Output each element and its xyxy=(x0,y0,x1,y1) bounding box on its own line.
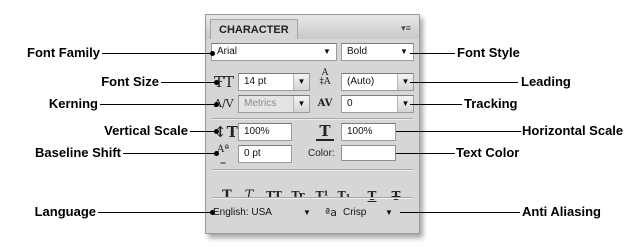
leader-line xyxy=(102,53,212,54)
leader-dot xyxy=(214,129,219,134)
callout-font-style: Font Style xyxy=(457,45,520,60)
leader-line xyxy=(396,153,455,154)
panel-titlebar: CHARACTER ▾≡ xyxy=(206,15,419,39)
small-caps-button[interactable]: Tr xyxy=(288,187,308,205)
leader-dot xyxy=(214,151,219,156)
leading-field[interactable]: (Auto) ▼ xyxy=(341,73,414,91)
kerning-value: Metrics xyxy=(244,98,277,109)
tracking-field[interactable]: 0 ▼ xyxy=(341,95,414,113)
font-size-field[interactable]: 14 pt ▼ xyxy=(238,73,310,91)
leading-value: (Auto) xyxy=(347,76,375,87)
callout-language: Language xyxy=(34,204,96,219)
chevron-down-icon: ▼ xyxy=(303,208,311,217)
font-size-value: 14 pt xyxy=(244,76,267,87)
baseline-shift-value: 0 pt xyxy=(244,148,261,159)
callout-font-size: Font Size xyxy=(101,74,159,89)
leader-dot xyxy=(214,80,219,85)
font-family-value: Arial xyxy=(217,46,238,57)
panel-menu-icon[interactable]: ▾≡ xyxy=(399,23,413,33)
vertical-scale-value: 100% xyxy=(244,126,270,137)
language-value: English: USA xyxy=(213,207,272,218)
callout-kerning: Kerning xyxy=(48,96,98,111)
chevron-down-icon: ▼ xyxy=(323,47,331,56)
tab-character[interactable]: CHARACTER xyxy=(210,19,298,39)
faux-bold-button[interactable]: T xyxy=(217,187,237,205)
font-style-dropdown[interactable]: Bold ▼ xyxy=(341,43,414,61)
leader-line xyxy=(100,104,216,105)
text-color-swatch[interactable] xyxy=(341,145,396,161)
language-dropdown[interactable]: English: USA ▼ xyxy=(208,205,316,223)
leader-line xyxy=(410,53,455,54)
leader-line xyxy=(161,82,216,83)
vertical-scale-field[interactable]: 100% xyxy=(238,123,292,141)
chevron-down-icon[interactable]: ▼ xyxy=(293,96,309,112)
strikethrough-button[interactable]: T xyxy=(386,187,406,205)
horizontal-scale-icon: T xyxy=(316,123,334,141)
kerning-field[interactable]: Metrics ▼ xyxy=(238,95,310,113)
separator xyxy=(212,197,413,199)
callout-anti-aliasing: Anti Aliasing xyxy=(522,204,601,219)
callout-baseline-shift: Baseline Shift xyxy=(35,145,121,160)
callout-tracking: Tracking xyxy=(464,96,518,111)
underline-button[interactable]: T xyxy=(362,187,382,205)
leader-line xyxy=(410,104,462,105)
horizontal-scale-field[interactable]: 100% xyxy=(341,123,396,141)
tracking-value: 0 xyxy=(347,98,353,109)
chevron-down-icon: ▼ xyxy=(400,47,408,56)
subscript-button[interactable]: T₁ xyxy=(334,187,354,205)
callout-leading: Leading xyxy=(521,74,571,89)
leader-line xyxy=(400,212,520,213)
leader-line xyxy=(98,212,212,213)
leader-line xyxy=(190,131,216,132)
leading-icon: A ‡A xyxy=(319,68,331,87)
font-style-value: Bold xyxy=(347,46,368,57)
leader-dot xyxy=(210,51,215,56)
all-caps-button[interactable]: TT xyxy=(264,187,284,205)
color-label: Color: xyxy=(308,148,335,159)
baseline-shift-field[interactable]: 0 pt xyxy=(238,145,292,163)
leader-line xyxy=(410,82,518,83)
separator xyxy=(212,169,413,171)
horizontal-scale-value: 100% xyxy=(347,126,373,137)
leader-line xyxy=(123,153,216,154)
anti-aliasing-dropdown[interactable]: Crisp ▼ xyxy=(338,205,398,223)
callout-text-color: Text Color xyxy=(456,145,520,160)
leader-line xyxy=(396,131,521,132)
chevron-down-icon[interactable]: ▼ xyxy=(293,74,309,90)
leader-dot xyxy=(214,102,219,107)
leader-dot xyxy=(210,210,215,215)
font-family-dropdown[interactable]: Arial ▼ xyxy=(211,43,337,61)
callout-font-family: Font Family xyxy=(27,45,100,60)
chevron-down-icon: ▼ xyxy=(385,208,393,217)
anti-aliasing-value: Crisp xyxy=(343,207,367,218)
character-panel: CHARACTER ▾≡ Arial ▼ Bold ▼ ŦT 14 pt ▼ A… xyxy=(205,14,420,234)
separator xyxy=(212,118,413,120)
tracking-icon: AV xyxy=(317,98,333,109)
callout-vertical-scale: Vertical Scale xyxy=(104,123,188,138)
callout-horizontal-scale: Horizontal Scale xyxy=(522,123,624,138)
faux-italic-button[interactable]: T xyxy=(239,187,259,205)
superscript-button[interactable]: T¹ xyxy=(312,187,332,205)
